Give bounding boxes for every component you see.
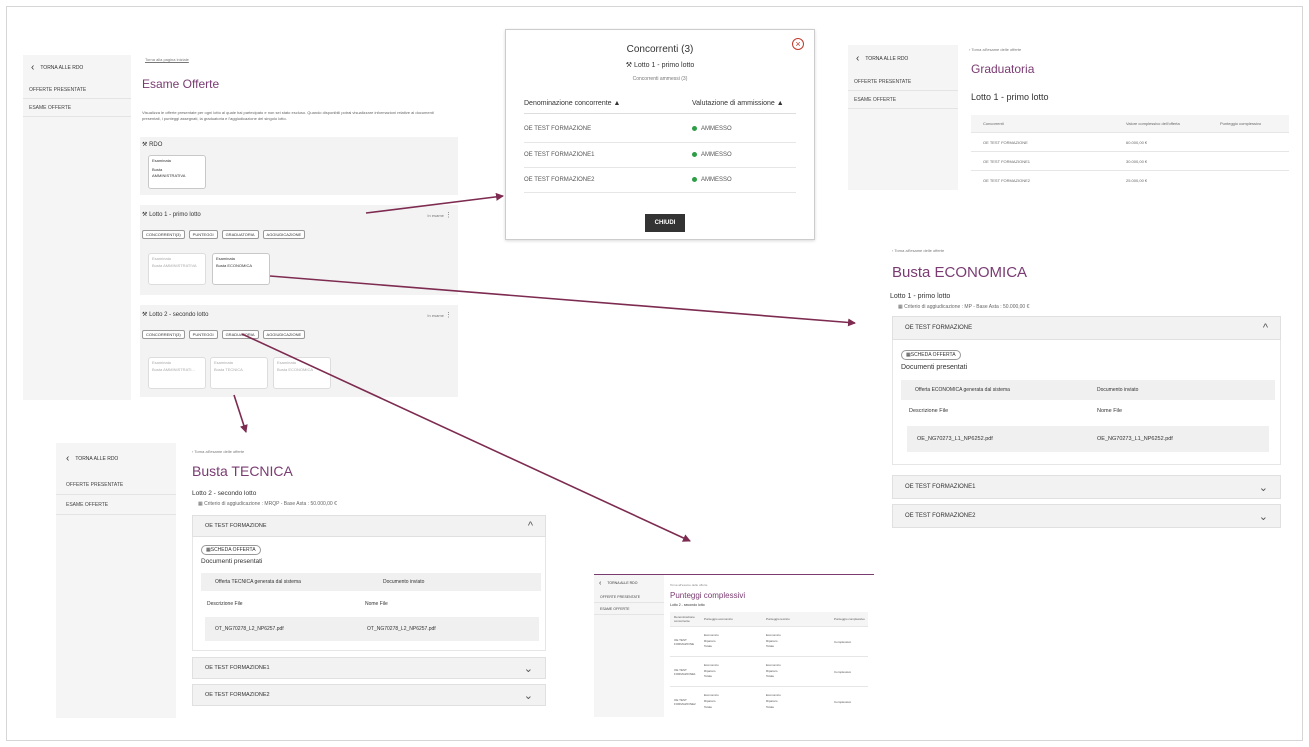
arrow-to-punteggi [241,333,691,542]
arrow-to-busta-tecnica [233,394,248,433]
arrow-to-concorrenti [365,192,504,214]
connector-arrows [233,192,856,542]
arrow-to-busta-economica [269,275,856,327]
